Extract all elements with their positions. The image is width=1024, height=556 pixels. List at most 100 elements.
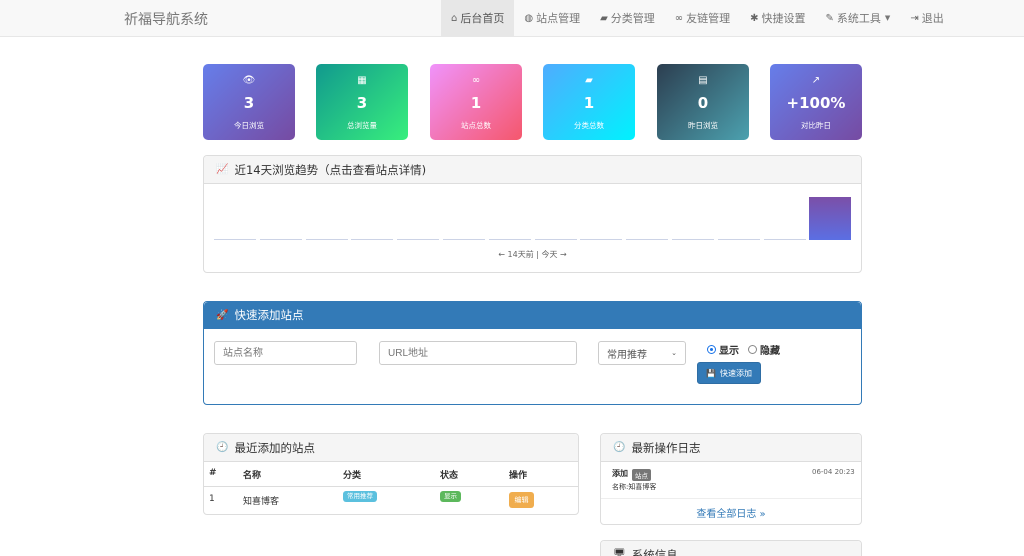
- save-icon: 💾: [706, 368, 716, 378]
- trend-chart-icon: 📈: [216, 164, 229, 175]
- link-icon: ∞: [674, 12, 684, 24]
- nav-item-quick-settings[interactable]: ✱ 快捷设置: [740, 0, 815, 36]
- nav-item-categories[interactable]: ▰ 分类管理: [590, 0, 665, 36]
- nav-item-label: 退出: [921, 12, 944, 25]
- top-navbar: 祈福导航系统 ⌂ 后台首页 ◍ 站点管理 ▰ 分类管理 ∞ 友链管理 ✱ 快捷设…: [0, 0, 1024, 37]
- nav-item-label: 快捷设置: [761, 12, 806, 25]
- quick-add-title: 快速添加站点: [234, 308, 304, 322]
- trend-bar[interactable]: [488, 239, 531, 240]
- row-site-name: 知喜博客: [243, 497, 280, 507]
- recent-sites-title: 最近添加的站点: [234, 440, 315, 455]
- stat-label: 分类总数: [574, 121, 604, 130]
- stat-label: 站点总数: [461, 121, 491, 130]
- caret-down-icon: ▼: [884, 14, 891, 22]
- nav-item-system-tools[interactable]: ✎ 系统工具 ▼: [816, 0, 901, 36]
- wrench-icon: ✎: [825, 12, 834, 24]
- main-nav: ⌂ 后台首页 ◍ 站点管理 ▰ 分类管理 ∞ 友链管理 ✱ 快捷设置 ✎ 系统工…: [441, 0, 954, 36]
- column-header-action: 操作: [509, 471, 528, 481]
- trend-bar[interactable]: [580, 239, 623, 240]
- stat-card-category-count: ▰ 1 分类总数: [543, 64, 635, 140]
- trend-axis-caption: ← 14天前 | 今天 →: [498, 250, 567, 259]
- history-icon: 🕘: [613, 442, 626, 453]
- log-detail: 名称:知喜博客: [612, 483, 657, 491]
- visibility-radio-group: 显示 隐藏: [707, 342, 780, 357]
- stat-label: 昨日浏览: [688, 121, 718, 130]
- nav-item-label: 站点管理: [536, 12, 581, 25]
- logs-header: 🕘 最新操作日志: [601, 434, 861, 462]
- column-header-category: 分类: [343, 471, 362, 481]
- home-icon: ⌂: [451, 12, 458, 24]
- status-badge: 显示: [440, 491, 461, 502]
- logs-title: 最新操作日志: [631, 440, 701, 455]
- nav-item-logout[interactable]: ⇥ 退出: [900, 0, 953, 36]
- stat-label: 今日浏览: [234, 121, 264, 130]
- trend-bar[interactable]: [214, 239, 256, 240]
- chevron-down-icon: ⌄: [671, 349, 677, 357]
- stat-value: 3: [243, 94, 255, 112]
- nav-item-label: 系统工具: [836, 12, 881, 25]
- logout-icon: ⇥: [910, 12, 919, 24]
- trend-bar[interactable]: [305, 239, 348, 240]
- category-badge: 常用推荐: [343, 491, 377, 502]
- trend-bar[interactable]: [809, 197, 852, 240]
- site-name-input[interactable]: [214, 341, 357, 365]
- stat-card-yesterday-views: ▤ 0 昨日浏览: [657, 64, 749, 140]
- stat-card-total-views: ▦ 3 总浏览量: [316, 64, 408, 140]
- clock-icon: 🕘: [216, 442, 229, 453]
- column-header-name: 名称: [243, 471, 262, 481]
- trend-bar[interactable]: [443, 239, 485, 240]
- trend-bar[interactable]: [397, 239, 440, 240]
- gear-icon: ✱: [750, 12, 759, 24]
- stat-value: 3: [356, 94, 368, 112]
- nav-item-label: 分类管理: [610, 12, 655, 25]
- log-type: 添加: [612, 469, 628, 478]
- radio-hide[interactable]: [748, 345, 757, 354]
- quick-add-header: 🚀 快速添加站点: [204, 302, 861, 329]
- trend-icon: ↗: [811, 75, 821, 86]
- trend-bar[interactable]: [259, 239, 302, 240]
- folder-open-icon: ▰: [600, 12, 608, 24]
- trend-bar[interactable]: [672, 239, 714, 240]
- stat-card-today-views: 👁 3 今日浏览: [203, 64, 295, 140]
- stat-value: +100%: [786, 94, 846, 112]
- folder-icon: ▰: [585, 75, 593, 86]
- nav-item-friend-links[interactable]: ∞ 友链管理: [665, 0, 740, 36]
- quick-add-button[interactable]: 💾 快速添加: [697, 362, 761, 384]
- nav-item-dashboard[interactable]: ⌂ 后台首页: [441, 0, 515, 36]
- nav-item-sites[interactable]: ◍ 站点管理: [514, 0, 590, 36]
- rocket-icon: 🚀: [216, 309, 229, 321]
- log-tag: 站点: [632, 469, 651, 481]
- brand-title[interactable]: 祈福导航系统: [124, 9, 208, 29]
- trend-bar[interactable]: [717, 239, 760, 240]
- trend-bar[interactable]: [626, 239, 669, 240]
- category-select-value: 常用推荐: [607, 349, 647, 361]
- stat-label: 总浏览量: [347, 121, 377, 130]
- site-url-input[interactable]: [379, 341, 577, 365]
- quick-add-button-label: 快速添加: [719, 368, 752, 378]
- trend-bar[interactable]: [763, 239, 806, 240]
- category-select[interactable]: 常用推荐 ⌄: [598, 341, 686, 365]
- system-info-panel: 🖥 系统信息: [600, 540, 862, 556]
- stat-card-vs-yesterday: ↗ +100% 对比昨日: [770, 64, 862, 140]
- radio-show[interactable]: [707, 345, 716, 354]
- stat-label: 对比昨日: [801, 121, 831, 130]
- trend-bar[interactable]: [534, 239, 577, 240]
- link-icon: ∞: [471, 75, 481, 86]
- radio-show-label[interactable]: 显示: [719, 342, 739, 357]
- eye-icon: 👁: [242, 75, 256, 86]
- trend-bar[interactable]: [351, 239, 394, 240]
- monitor-icon: 🖥: [613, 549, 626, 556]
- view-all-logs-link[interactable]: 查看全部日志 »: [601, 505, 861, 520]
- stat-value: 1: [583, 94, 595, 112]
- trend-panel-title: 近14天浏览趋势（点击查看站点详情): [234, 162, 427, 177]
- edit-button[interactable]: 编辑: [509, 492, 534, 508]
- table-header-divider: [204, 486, 578, 487]
- radio-hide-label[interactable]: 隐藏: [760, 342, 780, 357]
- nav-item-label: 后台首页: [460, 12, 505, 25]
- stat-card-site-count: ∞ 1 站点总数: [430, 64, 522, 140]
- log-timestamp: 06-04 20:23: [812, 468, 855, 476]
- nav-item-label: 友链管理: [686, 12, 731, 25]
- stat-value: 0: [697, 94, 709, 112]
- globe-icon: ◍: [524, 12, 534, 24]
- stat-value: 1: [470, 94, 482, 112]
